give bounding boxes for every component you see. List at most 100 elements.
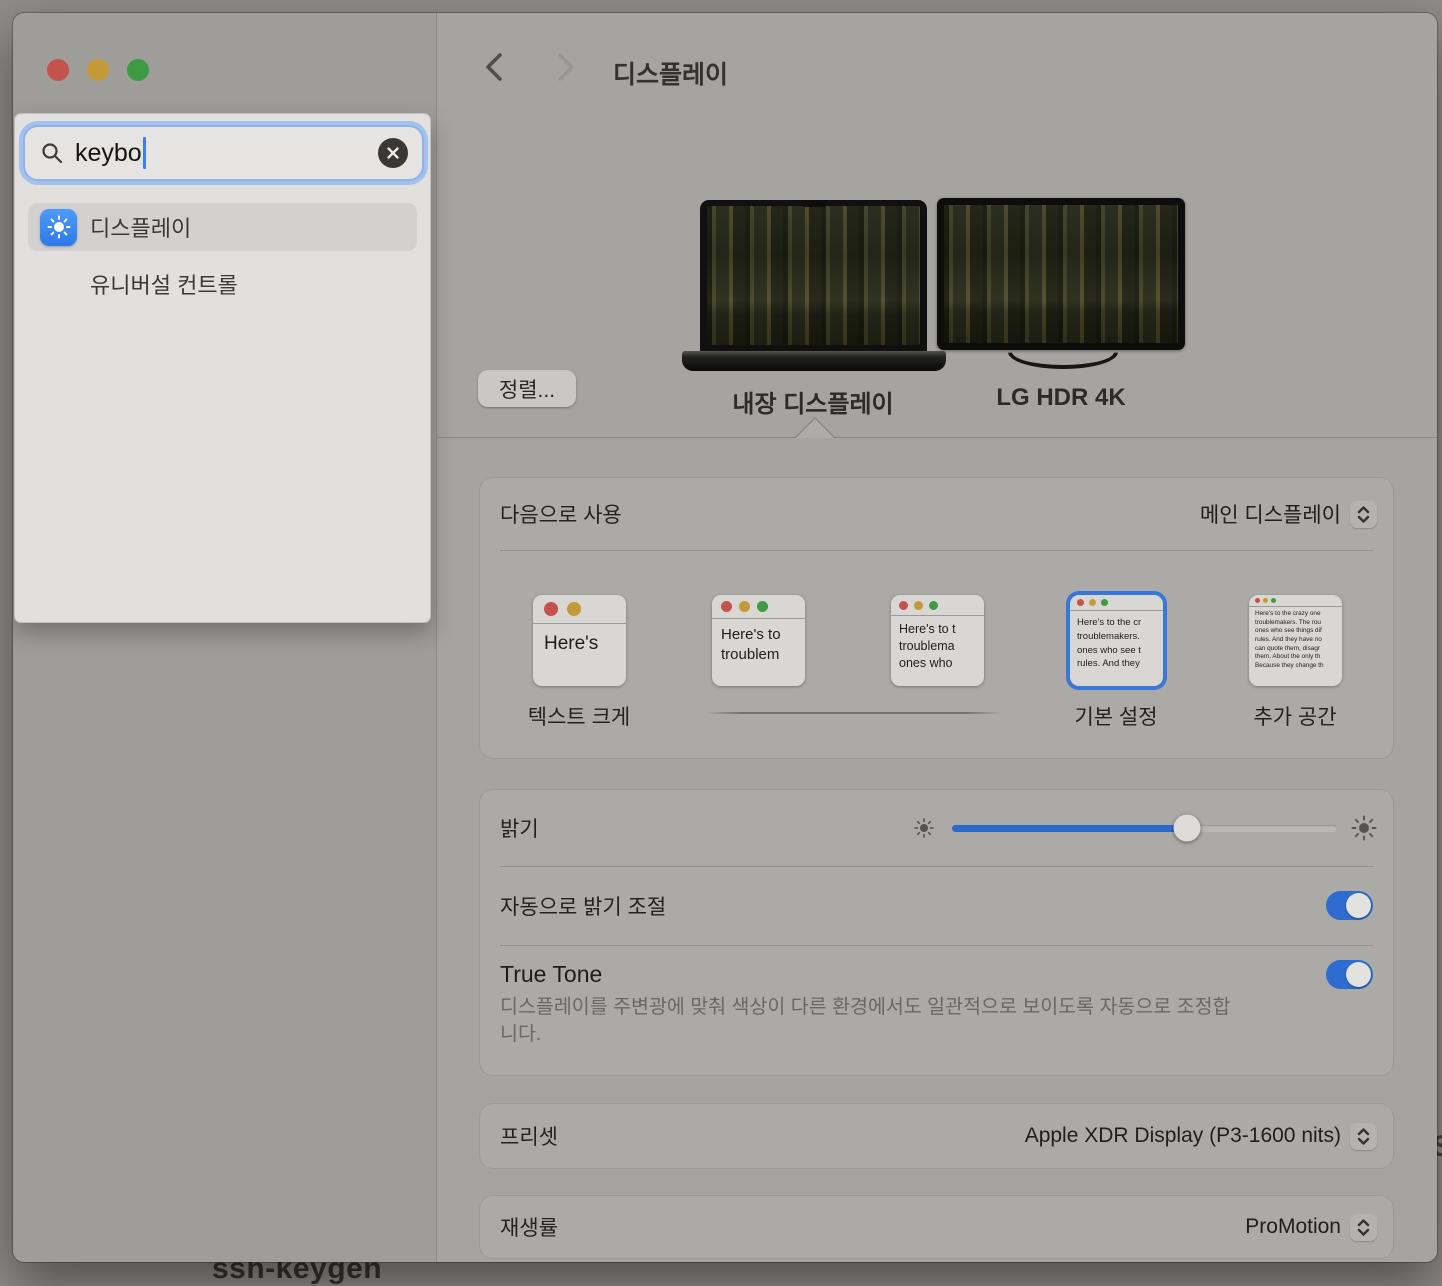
search-result-label: 디스플레이 <box>90 211 191 243</box>
preview-text: rules. And they have no <box>1255 636 1342 645</box>
refresh-rate-dropdown[interactable]: ProMotion <box>1245 1214 1377 1241</box>
preview-text: troublem <box>721 645 805 665</box>
clear-search-button[interactable] <box>378 138 408 168</box>
red-dot-icon <box>1255 598 1260 603</box>
preview-titlebar <box>533 595 626 624</box>
scaling-label-larger-text: 텍스트 크게 <box>528 701 630 731</box>
preview-text: troublema <box>899 638 984 655</box>
refresh-rate-value: ProMotion <box>1245 1215 1341 1239</box>
brightness-slider-fill <box>952 825 1187 832</box>
brightness-high-icon <box>1351 815 1377 841</box>
scaling-label-more-space: 추가 공간 <box>1253 701 1336 731</box>
preview-titlebar <box>712 595 805 619</box>
preview-text: ones who <box>899 655 984 672</box>
green-dot-icon <box>1271 598 1276 603</box>
use-as-value: 메인 디스플레이 <box>1200 499 1341 529</box>
laptop-notch <box>801 200 827 207</box>
yellow-dot-icon <box>914 601 923 610</box>
preview-titlebar <box>1249 595 1342 607</box>
section-divider <box>437 437 1437 438</box>
sidebar-divider <box>436 13 437 1262</box>
scaling-options-connector-line <box>705 712 1002 714</box>
arrange-button[interactable]: 정렬... <box>478 370 576 407</box>
red-dot-icon <box>721 601 732 612</box>
zoom-button[interactable] <box>127 59 149 81</box>
builtin-display-thumbnail[interactable] <box>700 200 927 352</box>
text-cursor <box>143 137 146 169</box>
chevron-right-icon <box>555 52 577 87</box>
red-dot-icon <box>1077 599 1084 606</box>
preview-text: them. About the only th <box>1255 653 1342 662</box>
search-result-label: 유니버설 컨트롤 <box>90 268 238 300</box>
search-result-displays[interactable]: 디스플레이 <box>28 203 417 251</box>
chevron-up-down-icon <box>1350 501 1377 528</box>
green-dot-icon <box>929 601 938 610</box>
yellow-dot-icon <box>567 602 581 616</box>
auto-brightness-toggle[interactable] <box>1326 891 1373 920</box>
chevron-left-icon <box>483 52 505 87</box>
preset-card: 프리셋 Apple XDR Display (P3-1600 nits) <box>480 1104 1393 1168</box>
preset-value: Apple XDR Display (P3-1600 nits) <box>1025 1124 1341 1148</box>
minimize-button[interactable] <box>87 59 109 81</box>
use-as-label: 다음으로 사용 <box>500 499 622 529</box>
close-button[interactable] <box>47 59 69 81</box>
red-dot-icon <box>899 601 908 610</box>
auto-brightness-label: 자동으로 밝기 조절 <box>500 891 666 921</box>
external-display-thumbnail[interactable] <box>937 198 1185 350</box>
chevron-up-down-icon <box>1350 1214 1377 1241</box>
green-dot-icon <box>757 601 768 612</box>
scaling-option-2[interactable]: Here's to troublem <box>712 595 805 686</box>
search-icon <box>40 141 64 165</box>
brightness-low-icon <box>914 818 934 838</box>
preview-text: Because they change th <box>1255 662 1342 671</box>
green-dot-icon <box>1101 599 1108 606</box>
preview-text: Here's to t <box>899 621 984 638</box>
brightness-slider[interactable] <box>952 825 1337 832</box>
search-value: keybo <box>75 139 142 168</box>
preview-text: Here's to the crazy one <box>1255 610 1342 619</box>
use-as-dropdown[interactable]: 메인 디스플레이 <box>1200 499 1377 529</box>
preview-text: ones who see things dif <box>1255 627 1342 636</box>
preview-text: can quote them, disagr <box>1255 645 1342 654</box>
preset-label: 프리셋 <box>500 1121 558 1151</box>
brightness-card: 밝기 자동으로 밝기 조절 True Tone <box>480 790 1393 1075</box>
preview-text: Here's to <box>721 625 805 645</box>
scaling-option-default[interactable]: Here's to the cr troublemakers. ones who… <box>1070 595 1163 686</box>
preview-titlebar <box>891 595 984 616</box>
refresh-rate-card: 재생률 ProMotion <box>480 1196 1393 1258</box>
preview-titlebar <box>1070 595 1163 611</box>
external-display-name: LG HDR 4K <box>996 384 1125 412</box>
forward-button[interactable] <box>548 51 584 87</box>
page-title: 디스플레이 <box>613 55 728 91</box>
back-button[interactable] <box>476 51 512 87</box>
preview-text: troublemakers. <box>1077 630 1163 644</box>
yellow-dot-icon <box>1089 599 1096 606</box>
yellow-dot-icon <box>739 601 750 612</box>
wallpaper-image <box>944 205 1178 343</box>
selected-display-pointer <box>794 417 836 438</box>
laptop-base <box>682 351 946 371</box>
builtin-display-name: 내장 디스플레이 <box>732 384 893 419</box>
scaling-option-larger-text[interactable]: Here's <box>533 595 626 686</box>
preview-text: Here's <box>544 633 626 655</box>
search-result-universal-control[interactable]: 유니버설 컨트롤 <box>28 260 417 308</box>
row-divider <box>500 550 1373 551</box>
search-input[interactable]: keybo <box>23 125 424 181</box>
display-brightness-icon <box>40 209 77 246</box>
chevron-up-down-icon <box>1350 1123 1377 1150</box>
brightness-slider-thumb[interactable] <box>1173 815 1200 842</box>
system-settings-window: 디스플레이 내장 디스플레이 LG HDR 4K 정렬... 다음으로 사용 메… <box>13 13 1437 1262</box>
true-tone-toggle[interactable] <box>1326 960 1373 989</box>
scaling-option-more-space[interactable]: Here's to the crazy one troublemakers. T… <box>1249 595 1342 686</box>
wallpaper-image <box>707 206 920 345</box>
preview-text: ones who see t <box>1077 644 1163 658</box>
display-settings-card: 다음으로 사용 메인 디스플레이 Here's Here's to troubl… <box>480 478 1393 758</box>
scaling-option-3[interactable]: Here's to t troublema ones who <box>891 595 984 686</box>
preview-text: rules. And they <box>1077 657 1163 671</box>
preset-dropdown[interactable]: Apple XDR Display (P3-1600 nits) <box>1025 1123 1377 1150</box>
scaling-label-default: 기본 설정 <box>1074 701 1157 731</box>
preview-text: troublemakers. The rou <box>1255 619 1342 628</box>
brightness-label: 밝기 <box>500 813 539 843</box>
red-dot-icon <box>544 602 558 616</box>
true-tone-description: 디스플레이를 주변광에 맞춰 색상이 다른 환경에서도 일관적으로 보이도록 자… <box>500 994 1245 1048</box>
